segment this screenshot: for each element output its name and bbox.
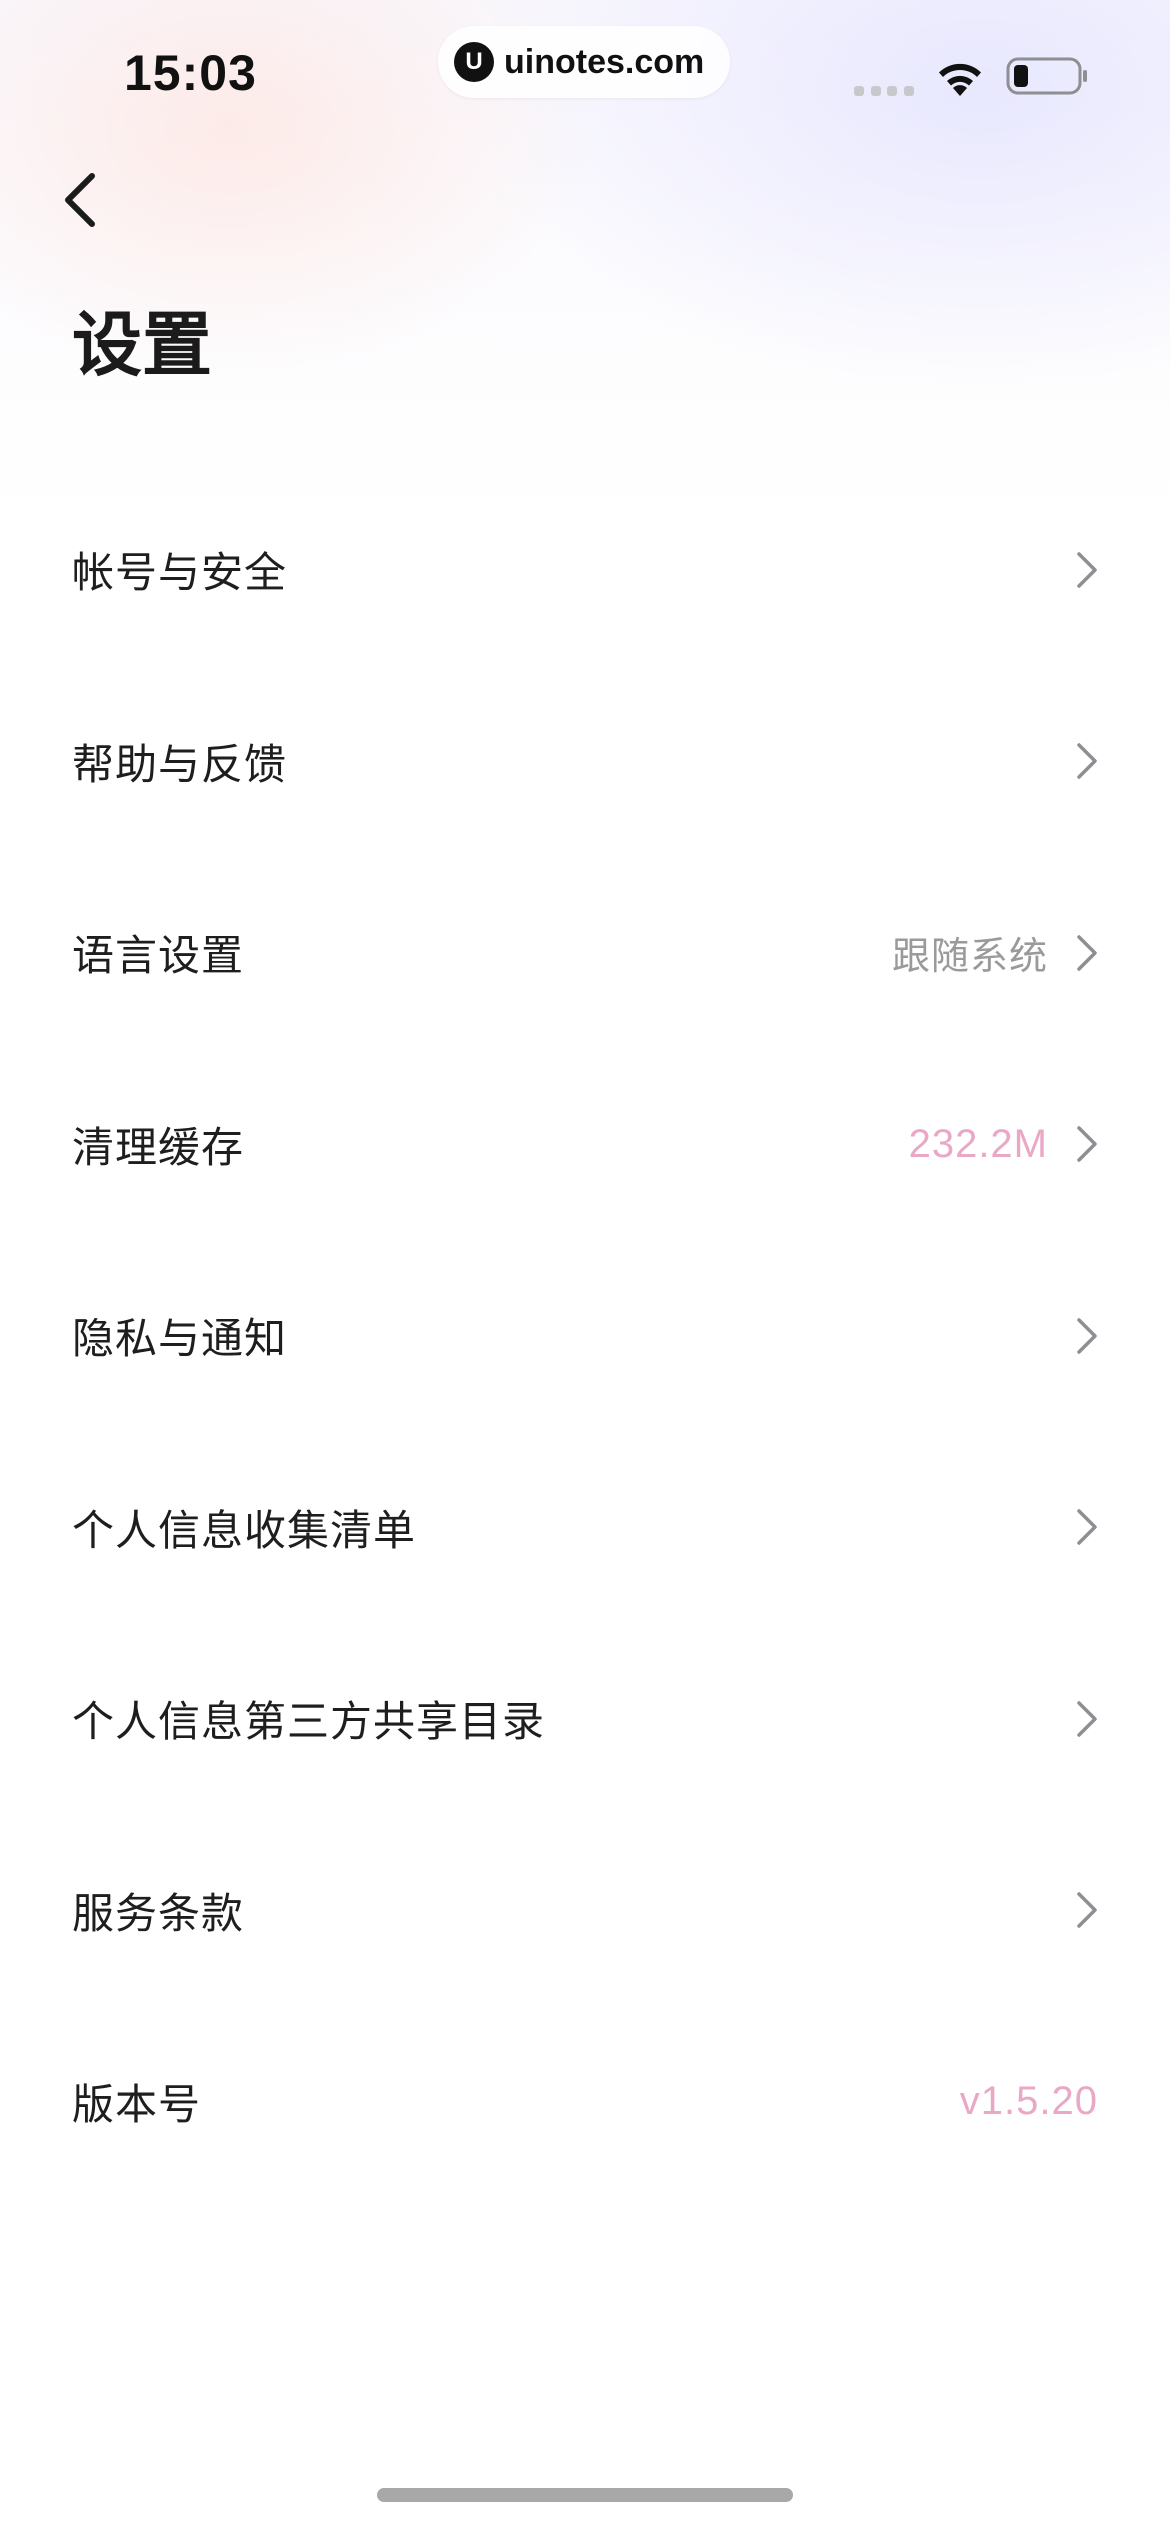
status-time: 15:03 [124,45,257,101]
setting-label: 清理缓存 [72,1122,245,1172]
setting-row-version: 版本号 v1.5.20 [0,2006,1170,2198]
setting-label: 个人信息收集清单 [72,1505,417,1555]
setting-label: 帐号与安全 [72,548,288,598]
setting-label: 语言设置 [72,931,245,981]
chevron-right-icon [1077,1892,1097,1928]
setting-row-account-security[interactable]: 帐号与安全 [0,474,1170,666]
wifi-icon [939,63,981,96]
chevron-right-icon [1077,935,1097,971]
setting-row-language-settings[interactable]: 语言设置 跟随系统 [0,857,1170,1049]
signal-icon [854,86,914,96]
home-indicator[interactable] [377,2488,793,2502]
setting-label: 个人信息第三方共享目录 [72,1697,546,1747]
back-button[interactable] [60,160,140,240]
setting-label: 帮助与反馈 [72,739,288,789]
chevron-right-icon [1077,1701,1097,1737]
setting-value: 跟随系统 [891,934,1048,979]
watermark-badge: U uinotes.com [438,26,730,98]
watermark-text: uinotes.com [504,42,705,81]
chevron-right-icon [1077,1318,1097,1354]
chevron-right-icon [1077,1126,1097,1162]
battery-icon [1006,57,1087,95]
setting-value: v1.5.20 [959,2079,1098,2124]
setting-row-third-party-sharing[interactable]: 个人信息第三方共享目录 [0,1623,1170,1815]
setting-row-clear-cache[interactable]: 清理缓存 232.2M [0,1049,1170,1241]
setting-label: 隐私与通知 [72,1314,288,1364]
setting-row-help-feedback[interactable]: 帮助与反馈 [0,666,1170,858]
setting-label: 版本号 [72,2080,202,2130]
settings-list: 帐号与安全帮助与反馈语言设置 跟随系统清理缓存 232.2M 隐私与通知个人信息收集清… [0,474,1170,2198]
watermark-logo-icon: U [454,42,494,82]
setting-value: 232.2M [908,1121,1048,1166]
setting-label: 服务条款 [72,1888,245,1938]
chevron-right-icon [1077,1509,1097,1545]
setting-row-personal-info-collection[interactable]: 个人信息收集清单 [0,1432,1170,1624]
status-bar: 15:03 U uinotes.com [0,0,1170,140]
chevron-left-icon [65,173,95,227]
chevron-right-icon [1077,743,1097,779]
page-title: 设置 [72,304,212,386]
setting-row-privacy-notifications[interactable]: 隐私与通知 [0,1240,1170,1432]
chevron-right-icon [1077,552,1097,588]
setting-row-terms-of-service[interactable]: 服务条款 [0,1815,1170,2007]
